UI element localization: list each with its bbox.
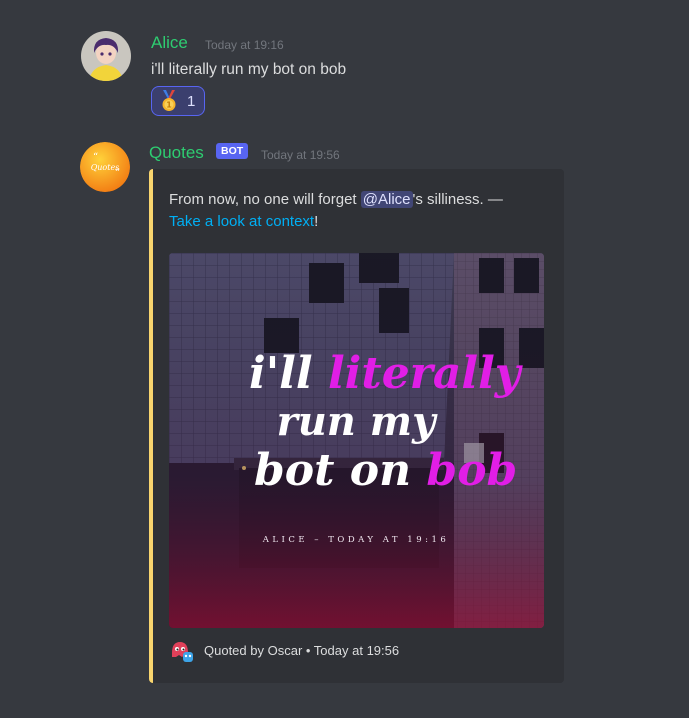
svg-text:“: “ <box>93 152 98 163</box>
user-mention[interactable]: @Alice <box>360 191 413 208</box>
image-quote-line2: run my <box>277 398 438 445</box>
quote-embed: From now, no one will forget @Alice's si… <box>149 169 564 683</box>
image-quote-caption: ALICE – TODAY AT 19:16 <box>262 535 450 545</box>
reaction-count: 1 <box>187 92 196 110</box>
svg-text:1: 1 <box>166 101 172 110</box>
quotes-avatar-image: “ Quotes ” <box>80 142 130 192</box>
quotes-avatar[interactable]: “ Quotes ” <box>80 142 130 192</box>
quote-image-art: i'll literally run my bot on bob ALICE –… <box>169 253 544 628</box>
quote-image[interactable]: i'll literally run my bot on bob ALICE –… <box>169 253 544 628</box>
context-link[interactable]: Take a look at context <box>169 213 314 230</box>
bot-tag: BOT <box>216 143 249 159</box>
alice-avatar-image <box>81 31 131 81</box>
quotes-timestamp: Today at 19:56 <box>261 148 340 162</box>
image-quote-line1: i'll literally <box>249 348 524 399</box>
message-alice: Alice Today at 19:16 i'll literally run … <box>0 0 689 125</box>
alice-author-name[interactable]: Alice <box>151 33 188 53</box>
quotes-author-name[interactable]: Quotes <box>149 143 204 163</box>
embed-footer: Quoted by Oscar • Today at 19:56 <box>204 643 400 658</box>
svg-text:”: ” <box>115 168 120 179</box>
embed-description-prefix: From now, no one will forget <box>169 191 361 208</box>
alice-timestamp: Today at 19:16 <box>205 38 284 52</box>
first-place-medal-icon: 1 <box>162 90 176 111</box>
context-link-suffix: ! <box>314 213 319 230</box>
alice-message-text: i'll literally run my bot on bob <box>151 61 347 78</box>
alice-avatar[interactable] <box>81 31 131 81</box>
embed-description: From now, no one will forget @Alice's si… <box>169 189 549 233</box>
embed-description-suffix: 's silliness. — <box>412 191 503 208</box>
reaction-button[interactable]: 1 1 <box>151 86 205 116</box>
oscar-avatar-icon <box>170 639 194 663</box>
image-quote-line3: bot on bob <box>254 445 517 496</box>
